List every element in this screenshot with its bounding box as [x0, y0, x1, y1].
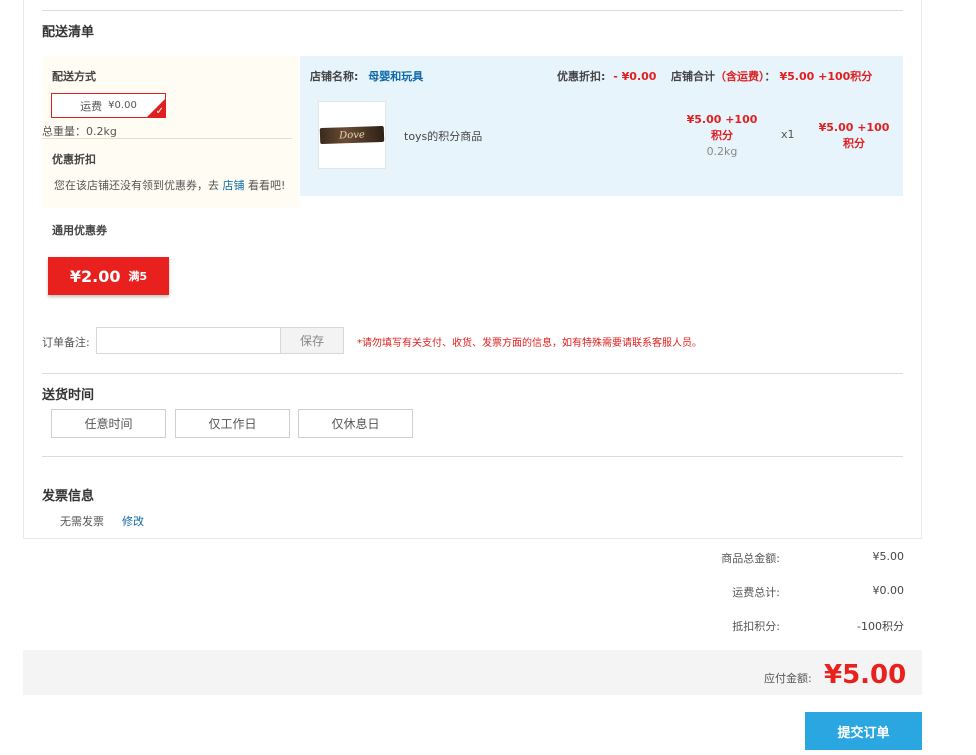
- chocolate-bar-icon: Dove: [319, 125, 385, 145]
- discount-message-suffix: 看看吧!: [248, 179, 286, 192]
- top-divider: [42, 10, 903, 11]
- time-option-any[interactable]: 任意时间: [51, 409, 166, 438]
- submit-order-button[interactable]: 提交订单: [805, 712, 922, 750]
- payable-value: ¥5.00: [824, 660, 907, 690]
- store-total-paren: （含运费）: [715, 70, 765, 83]
- invoice-status: 无需发票: [60, 515, 104, 528]
- invoice-edit-link[interactable]: 修改: [122, 513, 144, 529]
- discount-message: 您在该店铺还没有领到优惠券，去 店铺 看看吧!: [54, 177, 285, 193]
- store-discount-label: 优惠折扣:: [557, 70, 606, 83]
- discount-message-prefix: 您在该店铺还没有领到优惠券，去: [54, 179, 219, 192]
- points-label: 抵扣积分:: [732, 620, 780, 633]
- product-subtotal-line2: 积分: [843, 137, 865, 150]
- product-name[interactable]: toys的积分商品: [404, 128, 482, 144]
- note-save-button[interactable]: 保存: [280, 327, 344, 354]
- store-total-label: 店铺合计: [671, 70, 715, 83]
- store-total-value: ¥5.00 +100积分: [779, 70, 873, 83]
- invoice-title: 发票信息: [42, 489, 95, 504]
- note-divider: [42, 373, 903, 374]
- store-link[interactable]: 店铺: [223, 179, 245, 192]
- time-option-workdays[interactable]: 仅工作日: [175, 409, 290, 438]
- goods-total-value: ¥5.00: [872, 550, 905, 563]
- product-logo-text: Dove: [339, 129, 365, 141]
- shipping-total-label: 运费总计:: [732, 586, 780, 599]
- discount-title: 优惠折扣: [52, 153, 96, 166]
- product-price-line2: 积分: [711, 129, 733, 142]
- shipping-value: ¥0.00: [108, 100, 137, 111]
- product-subtotal: ¥5.00 +100 积分: [814, 120, 894, 152]
- product-qty: x1: [781, 128, 795, 141]
- coupon-scallop-edge: [48, 253, 169, 261]
- coupon-card[interactable]: ¥2.00 满5: [48, 253, 169, 295]
- note-label: 订单备注:: [42, 336, 90, 349]
- coupon-condition: 满5: [128, 270, 148, 283]
- time-divider: [42, 456, 903, 457]
- store-name-row: 店铺名称: 母婴和玩具: [310, 68, 423, 84]
- store-total: 店铺合计（含运费）： ¥5.00 +100积分: [671, 68, 872, 84]
- points-value: -100积分: [857, 620, 904, 633]
- shipping-option[interactable]: 运费 ¥0.00 ✓: [51, 93, 166, 118]
- total-weight: 总重量：0.2kg: [42, 125, 117, 138]
- note-input[interactable]: [96, 327, 281, 354]
- coupon-amount: ¥2.00: [69, 266, 121, 286]
- product-weight: 0.2kg: [706, 145, 738, 158]
- store-name-label: 店铺名称:: [310, 70, 359, 83]
- product-price: ¥5.00 +100 积分 0.2kg: [682, 112, 762, 160]
- coupon-title: 通用优惠券: [52, 224, 107, 237]
- delivery-divider: [42, 138, 292, 139]
- delivery-method-title: 配送方式: [52, 70, 96, 83]
- section-title: 配送清单: [42, 25, 95, 40]
- note-warning: *请勿填写有关支付、收货、发票方面的信息，如有特殊需要请联系客服人员。: [357, 338, 702, 349]
- product-image[interactable]: Dove: [318, 101, 386, 169]
- store-total-colon: ：: [764, 70, 776, 83]
- product-price-line1: ¥5.00 +100: [686, 113, 758, 126]
- payable-label: 应付金额:: [764, 672, 812, 685]
- shipping-label: 运费: [80, 99, 103, 113]
- time-option-weekends[interactable]: 仅休息日: [298, 409, 413, 438]
- product-subtotal-line1: ¥5.00 +100: [818, 121, 890, 134]
- store-discount-value: - ¥0.00: [613, 70, 657, 83]
- goods-total-label: 商品总金额:: [721, 552, 780, 565]
- store-name[interactable]: 母婴和玩具: [368, 70, 423, 83]
- shipping-total-value: ¥0.00: [872, 584, 905, 597]
- delivery-time-title: 送货时间: [42, 388, 95, 403]
- store-discount: 优惠折扣: - ¥0.00: [557, 68, 656, 84]
- check-icon: ✓: [155, 106, 164, 117]
